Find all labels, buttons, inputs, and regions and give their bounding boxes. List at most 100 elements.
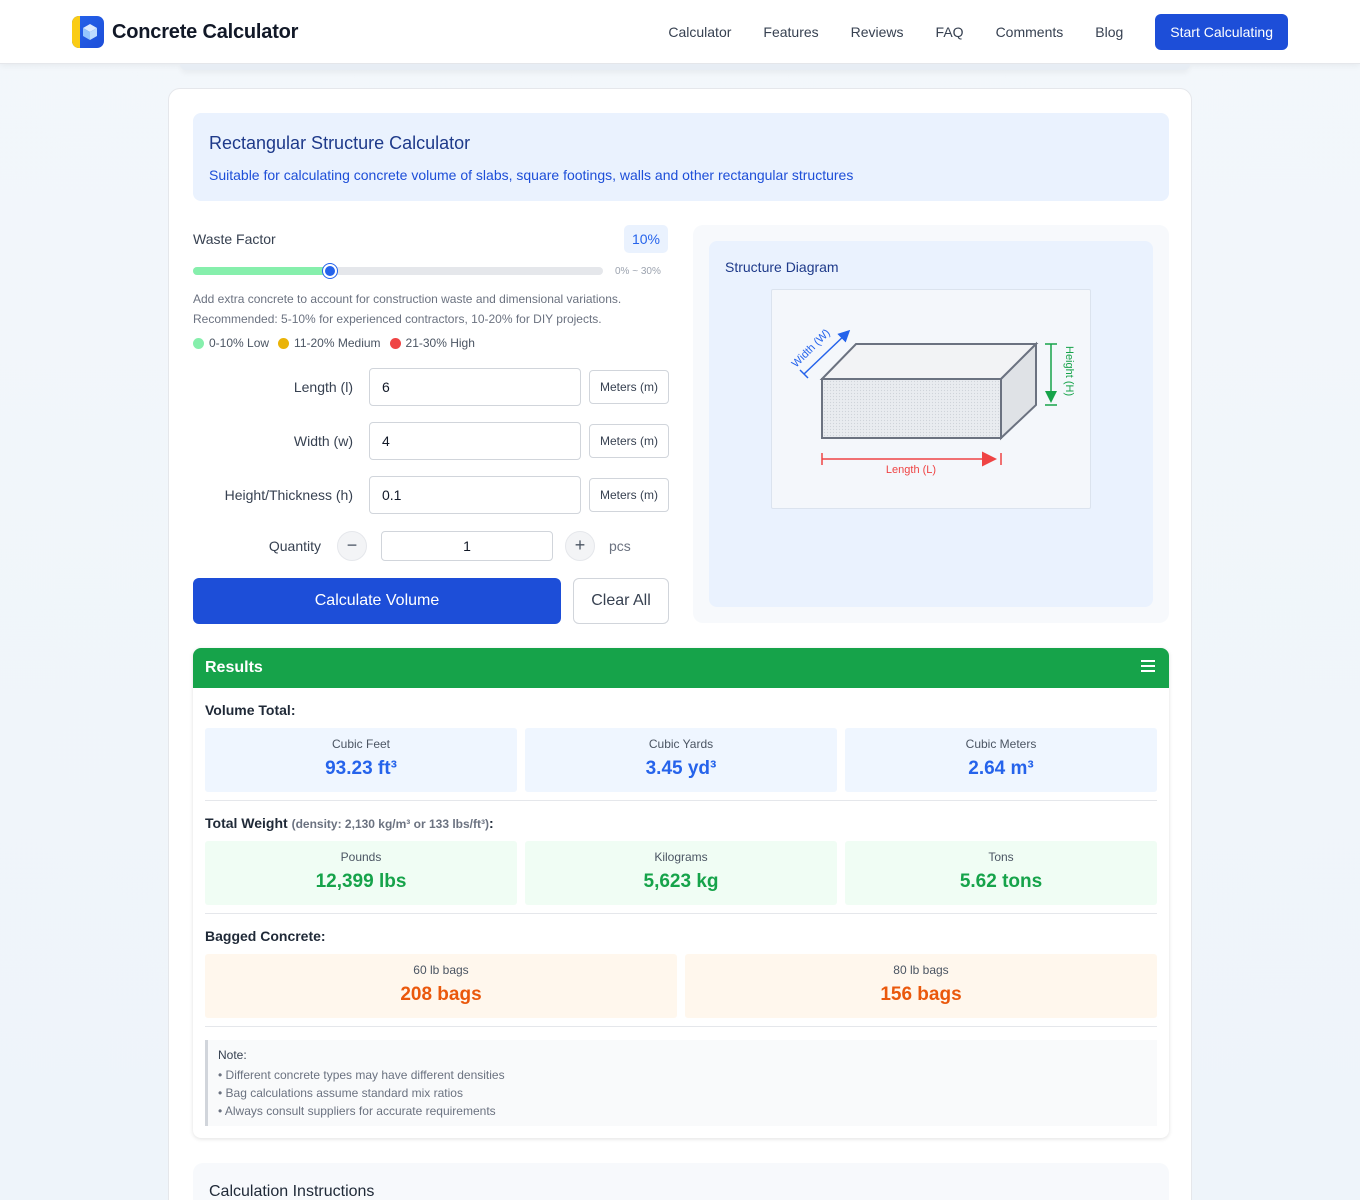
metric-kilograms: Kilograms 5,623 kg (525, 841, 837, 905)
waste-factor-value: 10% (624, 225, 668, 253)
metric-value: 93.23 ft³ (325, 758, 397, 779)
quantity-unit: pcs (609, 538, 631, 554)
quantity-input[interactable] (381, 531, 553, 561)
box-diagram-svg: Width (W) Height (H) Length (L) (790, 327, 1075, 476)
metric-label: Kilograms (654, 850, 708, 864)
height-dimension-label: Height (H) (1063, 346, 1075, 396)
waste-factor-label: Waste Factor (193, 231, 276, 247)
site-header: Concrete Calculator Calculator Features … (0, 0, 1360, 64)
metric-value: 156 bags (880, 984, 962, 1005)
height-unit-select[interactable]: Meters (m) (589, 478, 669, 512)
diagram-container: Structure Diagram Width (W) Height (H) L… (693, 225, 1169, 623)
height-label: Height/Thickness (h) (224, 487, 353, 503)
nav-reviews[interactable]: Reviews (851, 14, 904, 50)
height-input[interactable] (369, 476, 581, 514)
metric-value: 208 bags (400, 984, 482, 1005)
length-dimension-label: Length (L) (886, 464, 936, 476)
legend-low: 0-10% Low (193, 336, 269, 350)
calculator-subtitle: Suitable for calculating concrete volume… (209, 167, 854, 183)
waste-legend: 0-10% Low 11-20% Medium 21-30% High (193, 336, 475, 350)
metric-label: Tons (988, 850, 1014, 864)
calculator-title: Rectangular Structure Calculator (209, 133, 471, 153)
nav-comments[interactable]: Comments (996, 14, 1064, 50)
structure-diagram-panel: Structure Diagram Width (W) Height (H) L… (709, 241, 1153, 607)
divider (205, 913, 1157, 914)
metric-label: Cubic Yards (648, 737, 714, 751)
main-nav: Calculator Features Reviews FAQ Comments… (668, 14, 1288, 50)
note-item: • Always consult suppliers for accurate … (218, 1104, 496, 1118)
calculation-instructions-section: Calculation Instructions (193, 1163, 1169, 1200)
metric-label: 80 lb bags (893, 963, 949, 977)
calculation-instructions-title: Calculation Instructions (209, 1183, 375, 1200)
metric-value: 2.64 m³ (968, 758, 1034, 779)
box-front-face (821, 378, 1002, 439)
metric-label: Cubic Feet (331, 737, 391, 751)
length-input[interactable] (369, 368, 581, 406)
legend-low-dot-icon (193, 337, 204, 349)
legend-medium-dot-icon (278, 337, 290, 349)
results-header: Results (193, 648, 1169, 688)
metric-value: 5,623 kg (643, 871, 719, 892)
density-note: (density: 2,130 kg/m³ or 133 lbs/ft³) (291, 817, 489, 831)
waste-factor-slider[interactable] (193, 264, 603, 278)
metric-cubic-feet: Cubic Feet 93.23 ft³ (205, 728, 517, 792)
results-title: Results (205, 659, 263, 676)
clear-all-button[interactable]: Clear All (573, 578, 669, 624)
width-unit-select[interactable]: Meters (m) (589, 424, 669, 458)
intro-banner: Rectangular Structure Calculator Suitabl… (193, 113, 1169, 201)
legend-high: 21-30% High (389, 336, 475, 350)
structure-diagram: Width (W) Height (H) Length (L) (771, 289, 1091, 509)
legend-medium: 11-20% Medium (278, 336, 381, 350)
brand-title: Concrete Calculator (112, 20, 299, 43)
nav-features[interactable]: Features (763, 14, 818, 50)
volume-total-title: Volume Total: (205, 702, 296, 718)
bagged-concrete-title: Bagged Concrete: (205, 928, 326, 944)
calculate-volume-button[interactable]: Calculate Volume (193, 578, 561, 624)
metric-label: 60 lb bags (413, 963, 469, 977)
start-calculating-button[interactable]: Start Calculating (1155, 14, 1288, 50)
waste-range-hint: 0% ~ 30% (615, 266, 661, 277)
nav-blog[interactable]: Blog (1095, 14, 1123, 50)
metric-value: 5.62 tons (959, 871, 1043, 892)
metric-pounds: Pounds 12,399 lbs (205, 841, 517, 905)
waste-slider-fill (193, 267, 330, 275)
metric-label: Cubic Meters (965, 737, 1037, 751)
box-top-face (819, 343, 1039, 380)
waste-description-line-1: Add extra concrete to account for constr… (193, 292, 622, 306)
weight-title-colon: : (488, 815, 494, 831)
menu-icon[interactable] (1141, 660, 1155, 672)
legend-high-dot-icon (389, 337, 401, 349)
note-item: • Different concrete types may have diff… (218, 1068, 505, 1082)
structure-diagram-title: Structure Diagram (725, 259, 839, 275)
metric-cubic-yards: Cubic Yards 3.45 yd³ (525, 728, 837, 792)
waste-description: Add extra concrete to account for constr… (193, 289, 683, 329)
width-dimension-label: Width (W) (790, 327, 833, 370)
metric-cubic-meters: Cubic Meters 2.64 m³ (845, 728, 1157, 792)
waste-description-line-2: Recommended: 5-10% for experienced contr… (193, 312, 602, 326)
divider (205, 1026, 1157, 1027)
results-panel: Results Volume Total: Cubic Feet 93.23 f… (193, 648, 1169, 1138)
metric-tons: Tons 5.62 tons (845, 841, 1157, 905)
nav-calculator[interactable]: Calculator (668, 14, 731, 50)
length-label: Length (l) (293, 379, 353, 395)
calculator-logo-icon (72, 16, 104, 48)
divider (205, 800, 1157, 801)
header-shadow-strip (180, 64, 1190, 70)
quantity-label: Quantity (268, 538, 321, 554)
note-title: Note: (218, 1048, 247, 1062)
quantity-plus-button[interactable]: + (565, 531, 595, 561)
results-note: Note: • Different concrete types may hav… (205, 1040, 1157, 1126)
length-unit-select[interactable]: Meters (m) (589, 370, 669, 404)
metric-60lb-bags: 60 lb bags 208 bags (205, 954, 677, 1018)
metric-value: 3.45 yd³ (645, 758, 717, 779)
calculator-card: Rectangular Structure Calculator Suitabl… (168, 88, 1192, 1200)
metric-value: 12,399 lbs (315, 871, 407, 892)
total-weight-label: Total Weight (205, 815, 288, 831)
metric-label: Pounds (340, 850, 382, 864)
note-item: • Bag calculations assume standard mix r… (218, 1086, 463, 1100)
waste-slider-thumb[interactable] (322, 264, 337, 278)
quantity-minus-button[interactable]: − (337, 531, 367, 561)
nav-faq[interactable]: FAQ (936, 14, 964, 50)
width-input[interactable] (369, 422, 581, 460)
brand[interactable]: Concrete Calculator (72, 16, 298, 48)
